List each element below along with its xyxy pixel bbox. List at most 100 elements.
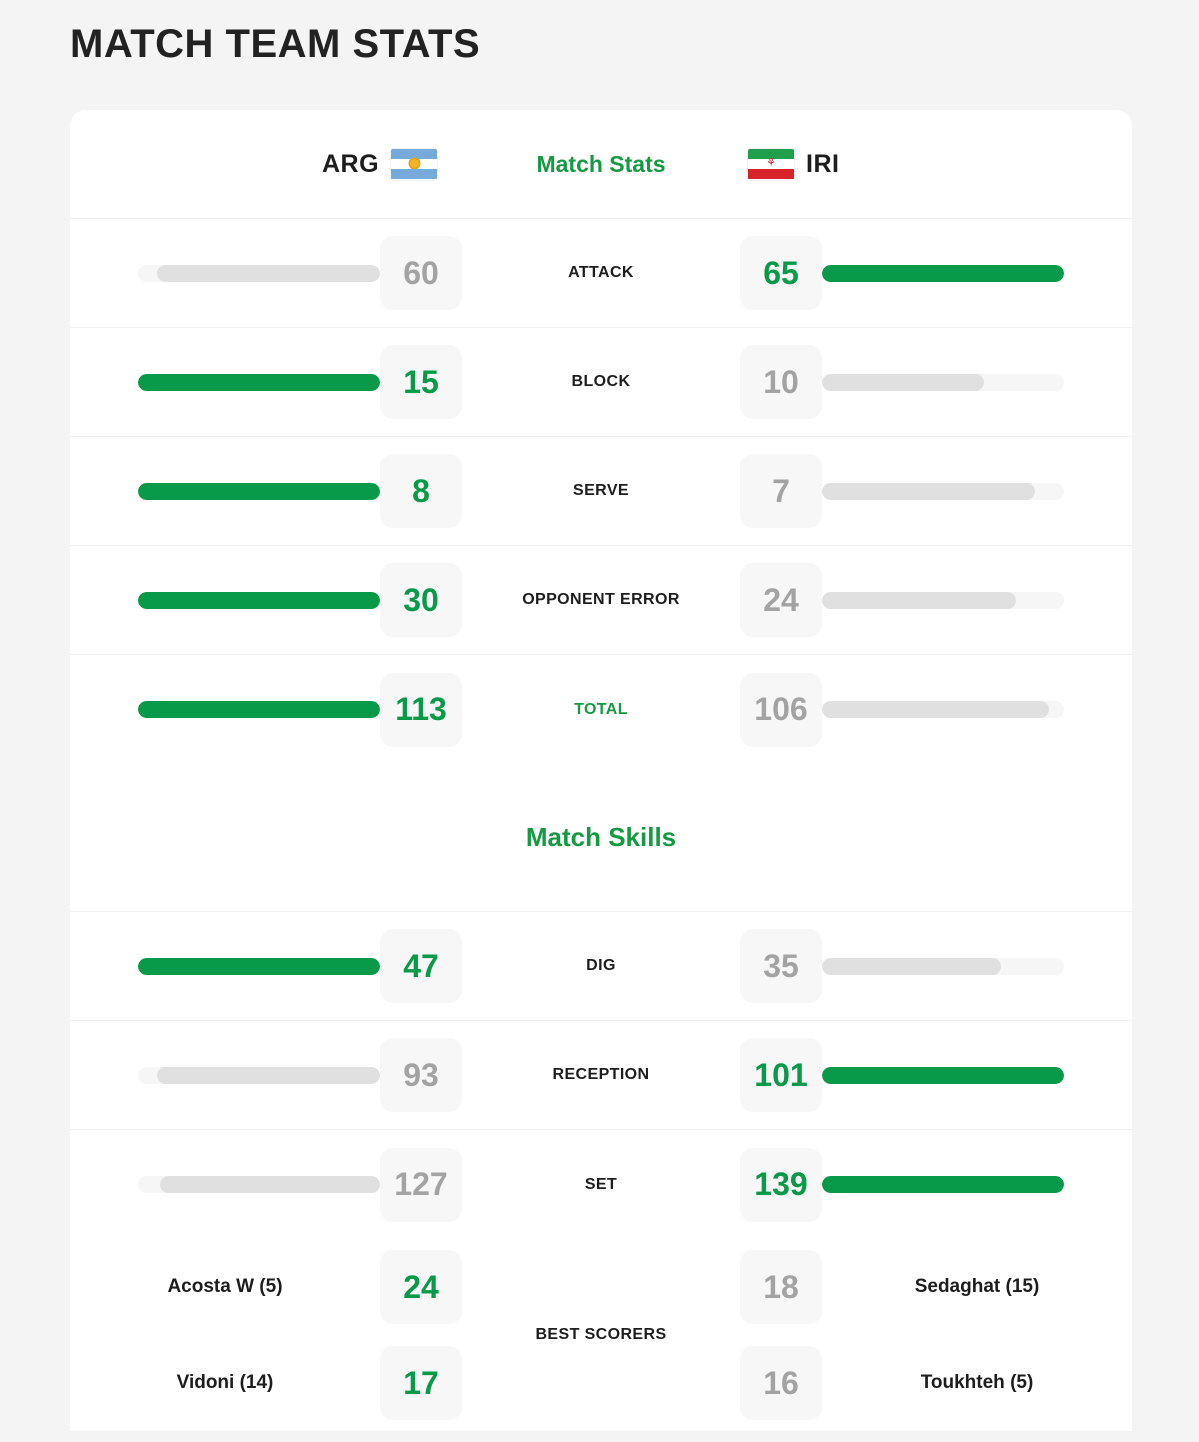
iran-emblem-icon: ⚘ bbox=[766, 157, 776, 170]
home-bar-track bbox=[138, 1066, 380, 1084]
away-bar-track bbox=[822, 482, 1064, 500]
stat-row: 15 BLOCK 10 bbox=[70, 328, 1132, 437]
stat-label: SET bbox=[584, 1175, 618, 1193]
home-bar-track bbox=[138, 957, 380, 975]
away-bar-fill bbox=[822, 1066, 1064, 1084]
away-bar-cell bbox=[822, 1066, 1132, 1084]
stat-row: 8 SERVE 7 bbox=[70, 437, 1132, 546]
home-bar-cell bbox=[70, 957, 380, 975]
home-bar-track bbox=[138, 373, 380, 391]
away-bar-fill bbox=[822, 373, 985, 391]
away-bar-cell bbox=[822, 373, 1132, 391]
home-bar-fill bbox=[138, 701, 380, 718]
home-scorer-name: Acosta W (5) bbox=[167, 1276, 283, 1297]
home-team-code: ARG bbox=[322, 149, 380, 178]
away-bar-fill bbox=[822, 1176, 1064, 1193]
home-scorer-value: 17 bbox=[380, 1346, 462, 1420]
away-bar-fill bbox=[822, 957, 1002, 975]
stat-label: DIG bbox=[586, 957, 616, 974]
stat-label: OPPONENT ERROR bbox=[522, 591, 680, 608]
stat-label: ATTACK bbox=[568, 264, 634, 281]
home-scorer-name: Vidoni (14) bbox=[176, 1372, 274, 1393]
away-scorer-value: 16 bbox=[740, 1346, 822, 1420]
home-bar-cell bbox=[70, 482, 380, 500]
away-value: 10 bbox=[740, 345, 822, 419]
home-bar-track bbox=[138, 482, 380, 500]
away-bar-cell bbox=[822, 482, 1132, 500]
stat-label: SERVE bbox=[573, 482, 629, 499]
away-bar-cell bbox=[822, 264, 1132, 282]
away-scorer-name: Toukhteh (5) bbox=[920, 1372, 1034, 1393]
away-value: 35 bbox=[740, 929, 822, 1003]
best-scorer-row: Vidoni (14) 17 16 Toukhteh (5) bbox=[70, 1335, 1132, 1431]
home-bar-fill bbox=[138, 957, 380, 975]
away-value: 24 bbox=[740, 563, 822, 637]
home-bar-cell bbox=[70, 1176, 380, 1193]
away-bar-cell bbox=[822, 957, 1132, 975]
home-value: 60 bbox=[380, 236, 462, 310]
iran-flag-icon: ⚘ bbox=[748, 148, 794, 180]
away-bar-track bbox=[822, 591, 1064, 609]
match-team-stats-page: MATCH TEAM STATS ARG Match Stats ⚘ IRI 6… bbox=[0, 0, 1199, 1442]
away-bar-track bbox=[822, 957, 1064, 975]
home-value: 127 bbox=[380, 1147, 462, 1222]
home-bar-fill bbox=[138, 373, 380, 391]
home-team-header: ARG bbox=[322, 148, 438, 180]
stats-card: ARG Match Stats ⚘ IRI 60 ATTACK 65 15 BL… bbox=[70, 110, 1132, 1431]
sun-icon bbox=[409, 159, 419, 169]
away-value: 101 bbox=[740, 1038, 822, 1112]
away-scorer-value: 18 bbox=[740, 1250, 822, 1324]
home-bar-track bbox=[138, 1176, 380, 1193]
home-bar-track bbox=[138, 591, 380, 609]
away-value: 65 bbox=[740, 236, 822, 310]
home-bar-cell bbox=[70, 1066, 380, 1084]
stat-row: 30 OPPONENT ERROR 24 bbox=[70, 546, 1132, 655]
home-bar-cell bbox=[70, 701, 380, 718]
away-bar-track bbox=[822, 264, 1064, 282]
home-value: 30 bbox=[380, 563, 462, 637]
home-value: 15 bbox=[380, 345, 462, 419]
away-scorer-name: Sedaghat (15) bbox=[914, 1276, 1040, 1297]
home-bar-fill bbox=[159, 1176, 380, 1193]
away-bar-fill bbox=[822, 701, 1050, 718]
home-bar-fill bbox=[138, 591, 380, 609]
home-scorer-value: 24 bbox=[380, 1250, 462, 1324]
best-scorer-row: Acosta W (5) 24 18 Sedaghat (15) bbox=[70, 1239, 1132, 1335]
page-title: MATCH TEAM STATS bbox=[70, 22, 481, 66]
match-skills-heading: Match Skills bbox=[525, 822, 677, 852]
stat-row: 47 DIG 35 bbox=[70, 912, 1132, 1021]
home-bar-track bbox=[138, 264, 380, 282]
match-skills-heading-row: Match Skills bbox=[70, 764, 1132, 912]
match-stats-heading: Match Stats bbox=[536, 150, 666, 177]
away-value: 139 bbox=[740, 1147, 822, 1222]
away-team-header: ⚘ IRI bbox=[748, 148, 839, 180]
away-bar-track bbox=[822, 701, 1064, 718]
home-bar-fill bbox=[157, 1066, 380, 1084]
away-bar-cell bbox=[822, 591, 1132, 609]
away-value: 106 bbox=[740, 672, 822, 747]
home-value: 93 bbox=[380, 1038, 462, 1112]
argentina-flag-icon bbox=[391, 148, 438, 180]
match-skills-section: 47 DIG 35 93 RECEPTION 101 127 SET 139 bbox=[70, 912, 1132, 1239]
away-bar-cell bbox=[822, 1176, 1132, 1193]
stat-label: TOTAL bbox=[574, 700, 628, 718]
away-bar-track bbox=[822, 373, 1064, 391]
home-bar-track bbox=[138, 701, 380, 718]
stat-row-total: 113 TOTAL 106 bbox=[70, 655, 1132, 764]
away-bar-fill bbox=[822, 591, 1016, 609]
home-bar-cell bbox=[70, 591, 380, 609]
stat-row: 60 ATTACK 65 bbox=[70, 219, 1132, 328]
away-bar-track bbox=[822, 1176, 1064, 1193]
home-bar-cell bbox=[70, 373, 380, 391]
away-bar-cell bbox=[822, 701, 1132, 718]
stat-label: BLOCK bbox=[571, 373, 631, 390]
away-value: 7 bbox=[740, 454, 822, 528]
stat-row: 127 SET 139 bbox=[70, 1130, 1132, 1239]
away-bar-fill bbox=[822, 482, 1035, 500]
home-bar-fill bbox=[138, 482, 380, 500]
home-bar-fill bbox=[157, 264, 380, 282]
card-header: ARG Match Stats ⚘ IRI bbox=[70, 110, 1132, 219]
home-bar-cell bbox=[70, 264, 380, 282]
away-bar-fill bbox=[822, 264, 1064, 282]
match-stats-section: 60 ATTACK 65 15 BLOCK 10 8 SERVE 7 30 OP… bbox=[70, 219, 1132, 764]
